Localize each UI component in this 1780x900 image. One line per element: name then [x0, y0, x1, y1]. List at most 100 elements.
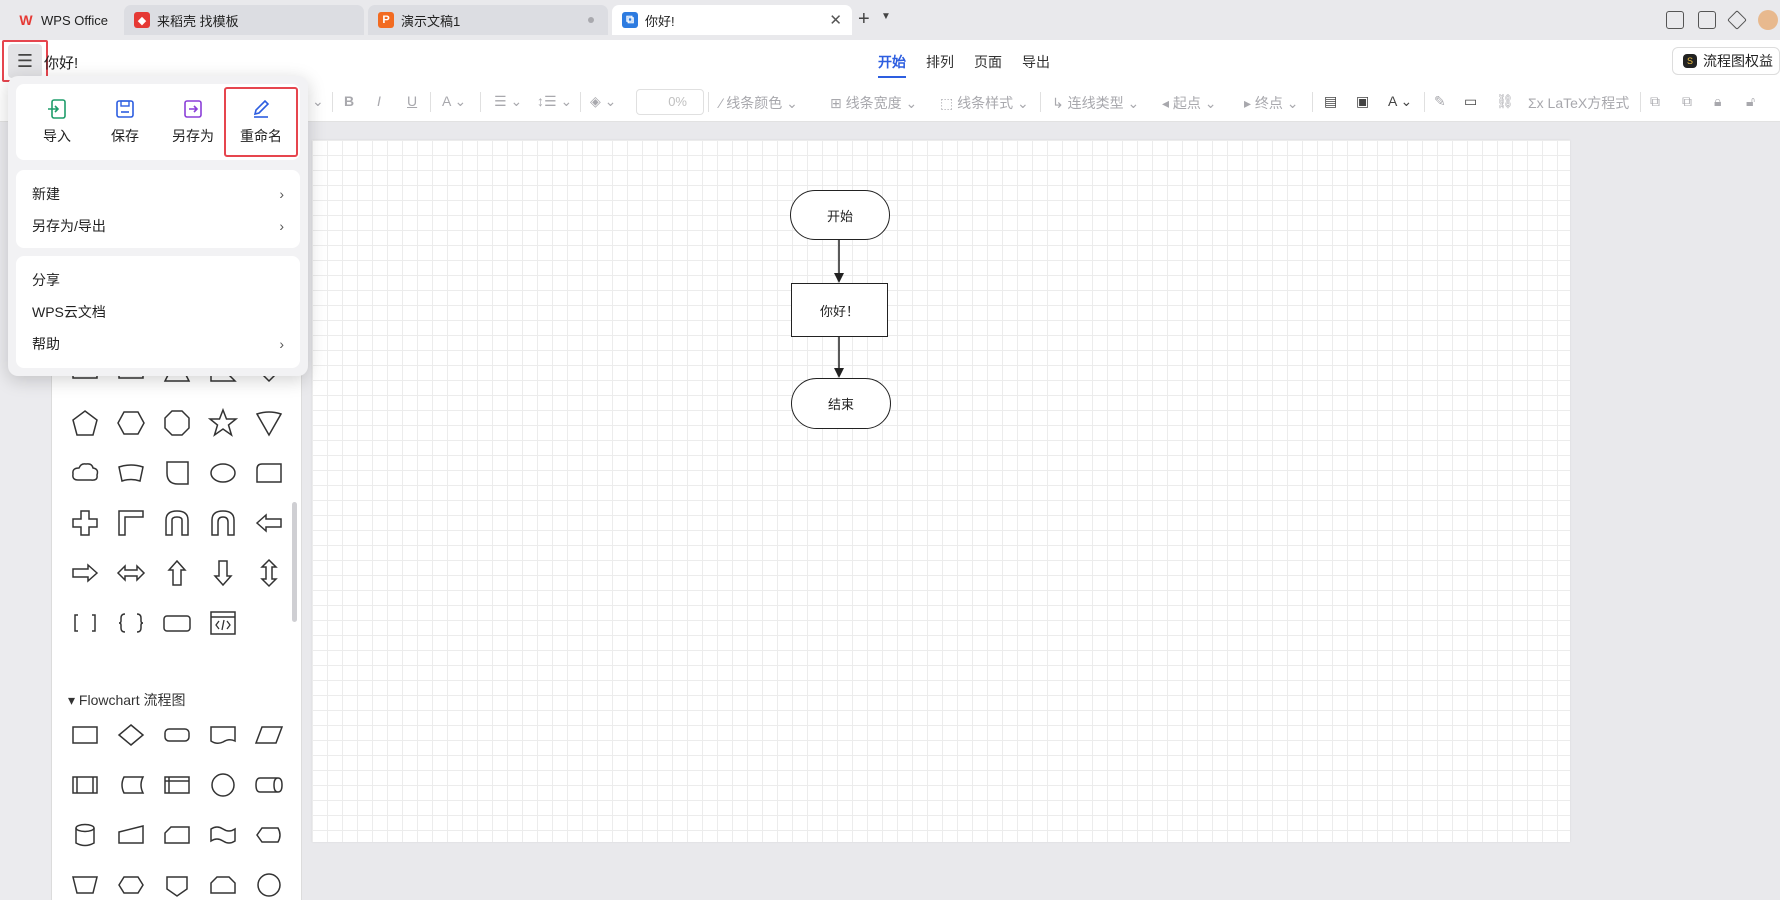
process-shape-icon[interactable] [68, 718, 102, 752]
ungroup-icon[interactable]: ⧉ [1682, 93, 1692, 110]
tab-presentation[interactable]: P 演示文稿1 [368, 5, 608, 35]
arch-shape-icon[interactable] [206, 506, 240, 540]
loop-limit-shape-icon[interactable] [206, 868, 240, 900]
octagon-shape-icon[interactable] [160, 406, 194, 440]
manual-operation-shape-icon[interactable] [68, 868, 102, 900]
star-shape-icon[interactable] [206, 406, 240, 440]
arrow-left-right-shape-icon[interactable] [114, 556, 148, 590]
line-color-dropdown[interactable]: ⁄ 线条颜色 ⌄ [720, 93, 798, 113]
circle-shape-icon[interactable] [252, 868, 286, 900]
corner-shape-icon[interactable] [114, 506, 148, 540]
arrow-right-shape-icon[interactable] [68, 556, 102, 590]
menu-item-save-export[interactable]: 另存为/导出 › [32, 214, 284, 238]
connector-circle-shape-icon[interactable] [206, 768, 240, 802]
line-spacing-icon[interactable]: ↕☰ ⌄ [537, 93, 572, 110]
latex-button[interactable]: Σx LaTeX方程式 [1528, 93, 1629, 113]
save-as-button[interactable]: 另存为 [162, 90, 224, 154]
end-point-dropdown[interactable]: ▸ 终点 ⌄ [1244, 93, 1299, 113]
bracket-shape-icon[interactable] [68, 606, 102, 640]
edit-style-icon[interactable]: ✎ [1434, 93, 1446, 110]
bold-icon[interactable]: B [344, 93, 354, 109]
underline-icon[interactable]: U [407, 93, 417, 109]
code-block-shape-icon[interactable] [206, 606, 240, 640]
chevron-down-icon[interactable]: ▼ [881, 11, 891, 22]
database-shape-icon[interactable] [68, 818, 102, 852]
u-turn-shape-icon[interactable] [160, 506, 194, 540]
arrow-down-shape-icon[interactable] [206, 556, 240, 590]
flowchart-section-title[interactable]: ▾ Flowchart 流程图 [68, 690, 186, 710]
tab-arrange[interactable]: 排列 [926, 52, 954, 78]
panel-scrollbar[interactable] [292, 502, 297, 622]
data-shape-icon[interactable] [252, 718, 286, 752]
document-shape-icon[interactable] [206, 718, 240, 752]
manual-input-shape-icon[interactable] [114, 818, 148, 852]
curved-rect-shape-icon[interactable] [114, 456, 148, 490]
decision-shape-icon[interactable] [114, 718, 148, 752]
arrow-left-shape-icon[interactable] [252, 506, 286, 540]
display-shape-icon[interactable] [252, 818, 286, 852]
off-page-shape-icon[interactable] [160, 868, 194, 900]
text-style-icon[interactable]: A ⌄ [1388, 93, 1412, 110]
new-tab-icon[interactable]: + [858, 8, 870, 31]
window-restore-icon[interactable] [1698, 11, 1716, 29]
save-button[interactable]: 保存 [94, 90, 156, 154]
close-icon[interactable]: ✕ [829, 11, 842, 29]
layout-icon[interactable]: ▤ [1324, 93, 1337, 110]
fill-color-icon[interactable]: ◈ ⌄ [590, 93, 616, 110]
brace-shape-icon[interactable] [114, 606, 148, 640]
font-color-icon[interactable]: A ⌄ [442, 93, 466, 110]
image-icon[interactable]: ▣ [1356, 93, 1369, 110]
arrow-up-shape-icon[interactable] [160, 556, 194, 590]
flowchart-node-end[interactable]: 结束 [791, 378, 891, 429]
import-button[interactable]: 导入 [26, 90, 88, 154]
rounded-corner-shape-icon[interactable] [160, 456, 194, 490]
menu-item-help[interactable]: 帮助 › [32, 332, 284, 356]
menu-item-wps-cloud[interactable]: WPS云文档 [32, 300, 284, 324]
tab-wps-office[interactable]: W WPS Office [8, 5, 120, 35]
terminal-shape-icon[interactable] [160, 718, 194, 752]
chevron-down-icon[interactable]: ⌄ [312, 93, 324, 110]
comment-icon[interactable]: ▭ [1464, 93, 1477, 110]
pentagon-shape-icon[interactable] [68, 406, 102, 440]
start-point-dropdown[interactable]: ◂ 起点 ⌄ [1162, 93, 1217, 113]
lock-icon[interactable]: 🔒︎ [1714, 93, 1721, 110]
tab-daoke-templates[interactable]: ◆ 来稻壳 找模板 [124, 5, 364, 35]
shield-shape-icon[interactable] [252, 406, 286, 440]
tab-export[interactable]: 导出 [1022, 52, 1050, 78]
stored-data-shape-icon[interactable] [114, 768, 148, 802]
cloud-shape-icon[interactable] [68, 456, 102, 490]
document-title[interactable]: 你好! [44, 52, 78, 73]
cross-shape-icon[interactable] [68, 506, 102, 540]
predefined-process-shape-icon[interactable] [68, 768, 102, 802]
folded-rect-shape-icon[interactable] [252, 456, 286, 490]
screenshot-icon[interactable] [1666, 11, 1684, 29]
drawing-page[interactable] [312, 140, 1570, 842]
rounded-rect-shape-icon[interactable] [160, 606, 194, 640]
opacity-input[interactable]: 0% [636, 89, 704, 115]
hexagon-shape-icon[interactable] [114, 406, 148, 440]
arrow-up-down-shape-icon[interactable] [252, 556, 286, 590]
card-shape-icon[interactable] [160, 818, 194, 852]
align-icon[interactable]: ☰ ⌄ [494, 93, 522, 110]
flowchart-node-start[interactable]: 开始 [790, 190, 890, 240]
tab-page[interactable]: 页面 [974, 52, 1002, 78]
link-icon[interactable]: ⛓ [1496, 93, 1514, 110]
line-width-dropdown[interactable]: ⊞ 线条宽度 ⌄ [830, 93, 917, 113]
ellipse-shape-icon[interactable] [206, 456, 240, 490]
italic-icon[interactable]: I [377, 93, 381, 109]
tab-flowchart-doc[interactable]: ⧉ 你好! ✕ [612, 5, 852, 35]
direct-data-shape-icon[interactable] [252, 768, 286, 802]
connector-type-dropdown[interactable]: ↳ 连线类型 ⌄ [1052, 93, 1139, 113]
avatar[interactable] [1758, 10, 1778, 30]
preparation-shape-icon[interactable] [114, 868, 148, 900]
group-icon[interactable]: ⧉ [1650, 93, 1660, 110]
internal-storage-shape-icon[interactable] [160, 768, 194, 802]
flowchart-rights-button[interactable]: S 流程图权益 [1672, 47, 1780, 75]
menu-item-new[interactable]: 新建 › [32, 182, 284, 206]
line-style-dropdown[interactable]: ⬚ 线条样式 ⌄ [940, 93, 1029, 113]
flowchart-node-process[interactable]: 你好！ [791, 283, 888, 337]
menu-item-share[interactable]: 分享 [32, 268, 284, 292]
cube-icon[interactable] [1727, 10, 1747, 30]
punched-tape-shape-icon[interactable] [206, 818, 240, 852]
tab-start[interactable]: 开始 [878, 52, 906, 78]
